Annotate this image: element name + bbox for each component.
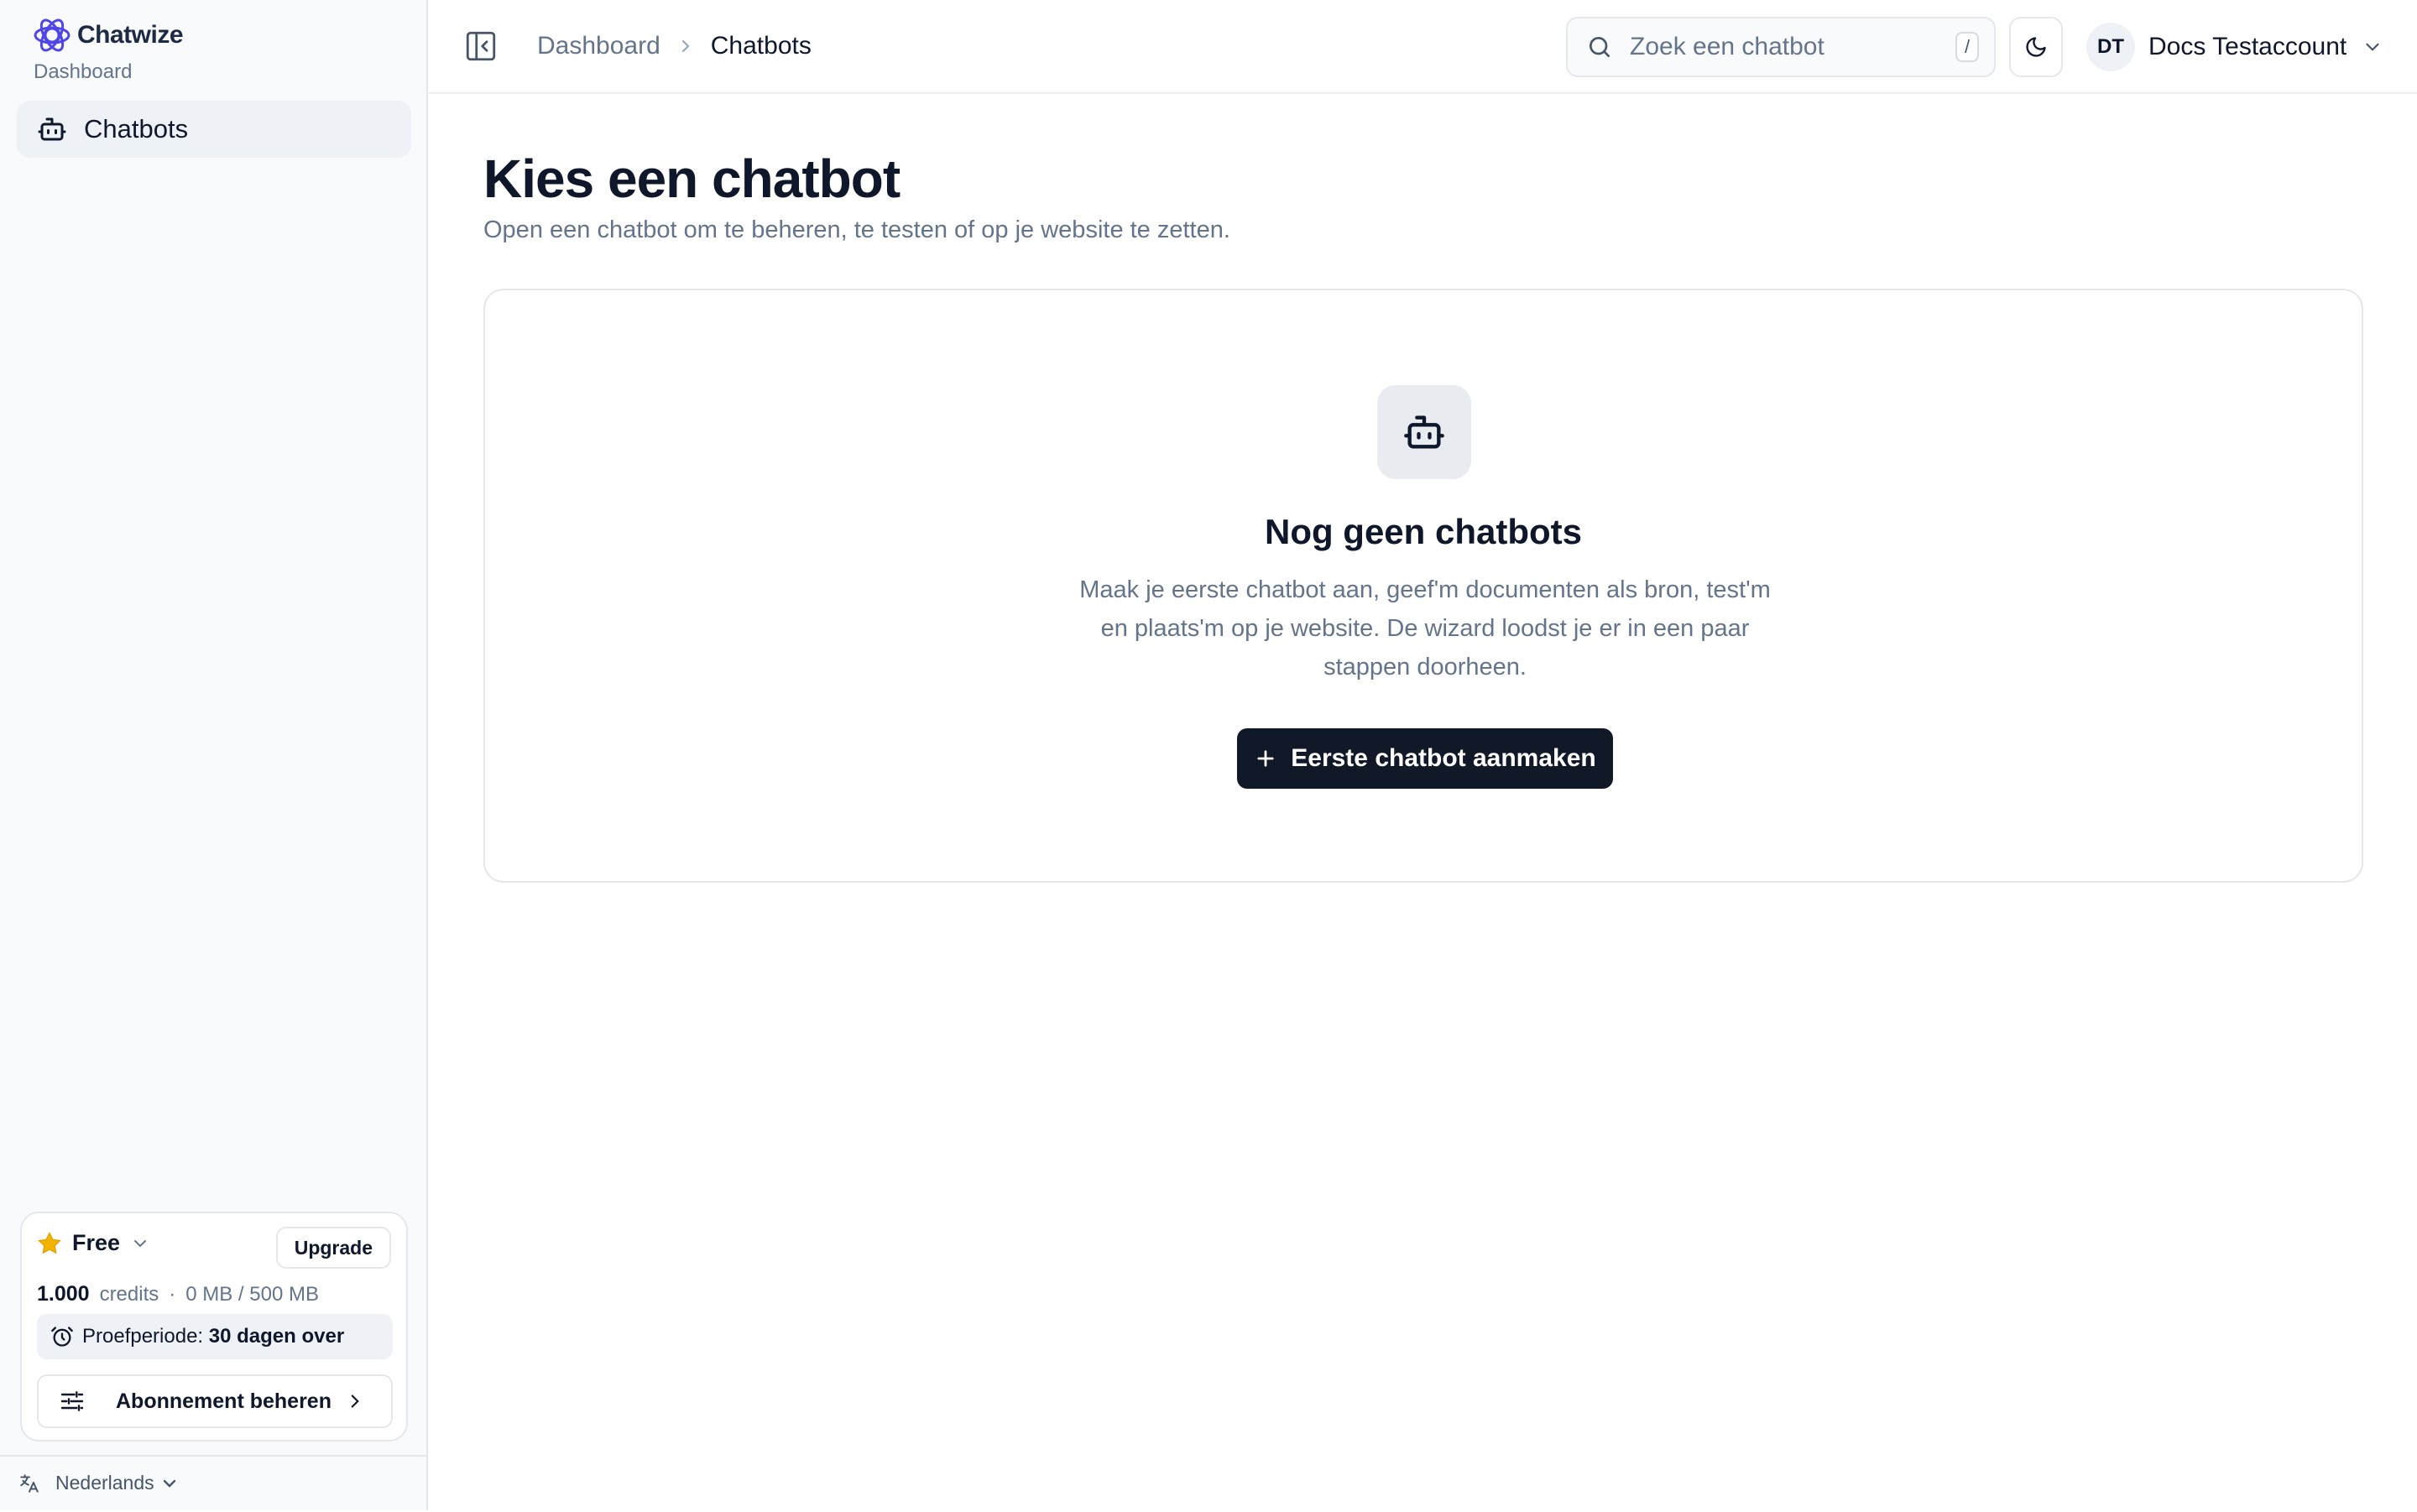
search-icon: [1586, 34, 1613, 60]
language-selector[interactable]: Nederlands: [18, 1472, 180, 1494]
bot-icon: [1402, 410, 1446, 454]
chevron-right-icon: [344, 1390, 366, 1412]
trial-label: Proefperiode:: [82, 1325, 204, 1348]
trial-status: Proefperiode: 30 dagen over: [37, 1314, 393, 1359]
bot-icon: [37, 114, 67, 144]
brand[interactable]: Chatwize: [32, 15, 184, 55]
star-icon: [37, 1231, 62, 1256]
breadcrumb: Dashboard Chatbots: [537, 32, 812, 60]
manage-subscription-label: Abonnement beheren: [116, 1389, 331, 1413]
alarm-clock-icon: [50, 1325, 74, 1348]
moon-icon: [2024, 35, 2048, 59]
empty-state-card: Nog geen chatbots Maak je eerste chatbot…: [483, 289, 2363, 883]
breadcrumb-dashboard[interactable]: Dashboard: [537, 32, 660, 60]
upgrade-button[interactable]: Upgrade: [275, 1227, 391, 1269]
credits-label: credits: [99, 1283, 159, 1306]
separator: ·: [169, 1283, 176, 1306]
sidebar-toggle-icon[interactable]: [463, 29, 499, 64]
create-first-chatbot-label: Eerste chatbot aanmaken: [1291, 744, 1596, 772]
empty-state-title: Nog geen chatbots: [1264, 512, 1583, 551]
sliders-icon: [59, 1388, 86, 1415]
create-first-chatbot-button[interactable]: Eerste chatbot aanmaken: [1237, 728, 1613, 789]
storage-usage: 0 MB / 500 MB: [185, 1283, 319, 1306]
account-name: Docs Testaccount: [2148, 33, 2347, 60]
sidebar-item-label: Chatbots: [84, 114, 189, 143]
brand-name: Chatwize: [77, 21, 184, 49]
language-label: Nederlands: [55, 1472, 154, 1494]
plan-selector[interactable]: Free: [37, 1230, 150, 1256]
language-bar: Nederlands: [0, 1455, 426, 1512]
plan-card: Free Upgrade 1.000 credits · 0 MB / 500 …: [20, 1212, 408, 1442]
plan-name: Free: [72, 1230, 121, 1255]
brand-subtitle: Dashboard: [34, 60, 133, 83]
search-shortcut-key: /: [1955, 32, 1979, 62]
plus-icon: [1254, 747, 1277, 770]
account-menu[interactable]: DT Docs Testaccount: [2086, 23, 2383, 71]
search-input[interactable]: [1628, 32, 1955, 62]
page-subtitle: Open een chatbot om te beheren, te teste…: [483, 216, 1230, 243]
avatar: DT: [2086, 23, 2135, 71]
sidebar-item-chatbots[interactable]: Chatbots: [17, 101, 411, 158]
trial-value: 30 dagen over: [208, 1325, 345, 1348]
chevron-down-icon: [159, 1473, 180, 1494]
chevron-down-icon: [130, 1233, 150, 1254]
chevron-right-icon: [676, 36, 696, 56]
chatwize-logo-icon: [32, 15, 72, 55]
credits-value: 1.000: [37, 1282, 90, 1306]
usage-row: 1.000 credits · 0 MB / 500 MB: [37, 1282, 319, 1306]
theme-toggle-button[interactable]: [2009, 17, 2063, 77]
sidebar: Chatwize Dashboard Chatbots Free Upgrade: [0, 0, 428, 1510]
empty-state-text: Maak je eerste chatbot aan, geef'm docum…: [1079, 576, 1771, 680]
breadcrumb-chatbots: Chatbots: [710, 32, 812, 60]
page-title: Kies een chatbot: [483, 149, 901, 209]
translate-icon: [18, 1473, 40, 1494]
empty-state-icon-box: [1377, 385, 1471, 479]
manage-subscription-button[interactable]: Abonnement beheren: [37, 1374, 393, 1428]
chevron-down-icon: [2362, 36, 2383, 58]
search-box: /: [1566, 17, 1996, 77]
trial-text: Proefperiode: 30 dagen over: [82, 1325, 344, 1348]
topbar: Dashboard Chatbots / DT Docs Testaccount: [428, 0, 2417, 94]
